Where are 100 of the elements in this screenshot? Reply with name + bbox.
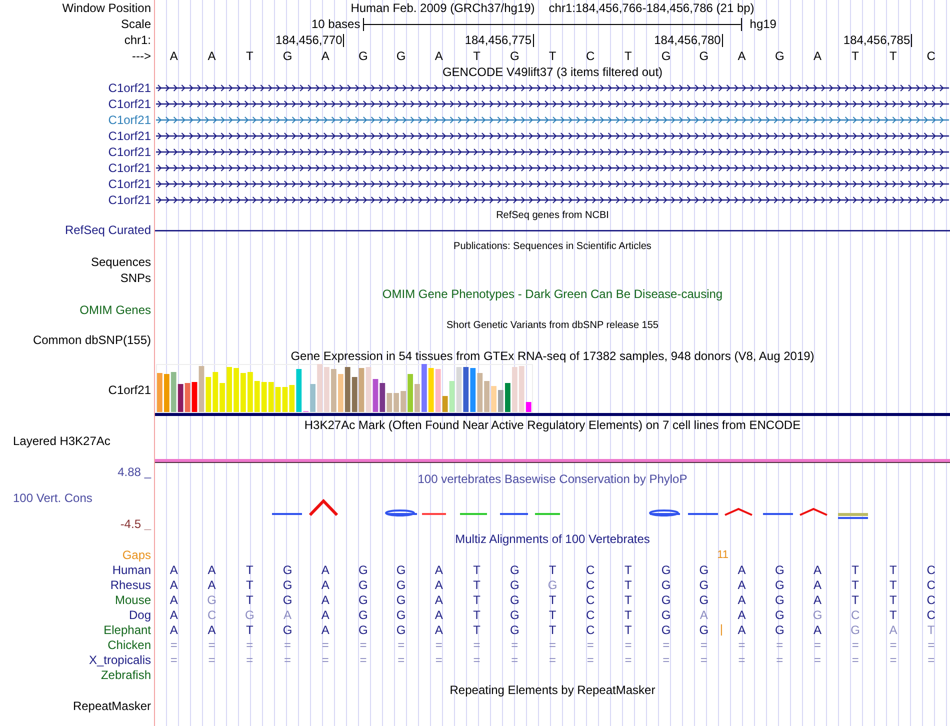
base-letter: A — [170, 622, 178, 636]
base-letter: G — [358, 562, 368, 576]
base-letter: T — [473, 608, 480, 622]
base-letter: G — [282, 592, 292, 606]
base-letter: G — [510, 622, 520, 636]
base-letter: T — [246, 49, 254, 63]
base-letter: G — [774, 578, 784, 592]
insertion-mark: | — [720, 622, 723, 636]
base-letter: G — [774, 608, 784, 622]
base-letter: C — [207, 608, 216, 622]
gene-feature-line[interactable] — [156, 148, 949, 156]
species-label: Human — [112, 562, 151, 576]
axis-max-value: 4.88 _ — [118, 465, 151, 479]
base-letter: G — [510, 562, 520, 576]
gene-feature-line[interactable] — [156, 100, 949, 108]
base-letter: T — [852, 578, 860, 592]
base-letter: T — [624, 49, 632, 63]
gene-feature-line[interactable] — [156, 132, 949, 140]
gap-symbol: = — [322, 652, 329, 666]
expression-bar[interactable] — [178, 384, 184, 412]
base-letter: T — [890, 578, 897, 592]
base-letter: G — [358, 578, 368, 592]
gene-label[interactable]: C1orf21 — [108, 145, 151, 159]
base-letter: T — [852, 49, 860, 63]
base-letter: G — [396, 578, 406, 592]
expression-bar[interactable] — [470, 368, 476, 412]
gap-symbol: = — [928, 652, 935, 666]
gene-feature-line[interactable] — [156, 164, 949, 172]
base-letter: G — [358, 592, 368, 606]
base-letter: A — [321, 562, 330, 576]
base-letter: G — [358, 622, 368, 636]
base-letter: G — [774, 49, 784, 63]
gene-label[interactable]: C1orf21 — [108, 193, 151, 207]
base-letter: A — [321, 592, 330, 606]
gene-feature-line[interactable] — [156, 84, 949, 92]
base-letter: G — [396, 562, 406, 576]
gene-feature-line[interactable] — [156, 196, 949, 204]
base-letter: A — [321, 608, 330, 622]
gene-label[interactable]: C1orf21 — [108, 97, 151, 111]
gap-symbol: = — [738, 652, 746, 666]
row-label: Window Position — [62, 1, 151, 15]
gene-label[interactable]: C1orf21 — [108, 177, 151, 191]
base-letter: G — [282, 562, 292, 576]
base-letter: G — [699, 49, 709, 63]
expression-bar[interactable] — [372, 379, 378, 412]
gene-label[interactable]: C1orf21 — [108, 161, 151, 175]
base-letter: C — [586, 592, 595, 606]
coordinate-tick: 184,456,775 — [464, 34, 534, 46]
base-letter: A — [434, 49, 443, 63]
gene-feature-line[interactable] — [155, 230, 950, 231]
species-label: Elephant — [104, 622, 151, 636]
base-letter: G — [699, 562, 709, 576]
gene-label[interactable]: C1orf21 — [108, 113, 151, 127]
base-letter: G — [244, 608, 254, 622]
coordinate-tick: 184,456,780 — [654, 34, 723, 46]
expression-bar[interactable] — [352, 377, 358, 412]
expression-bar[interactable] — [463, 367, 469, 412]
gap-symbol: = — [700, 638, 708, 652]
base-letter: T — [890, 562, 897, 576]
base-letter: T — [473, 562, 480, 576]
gap-symbol: = — [890, 638, 897, 652]
base-letter: G — [510, 49, 520, 63]
expression-bar[interactable] — [344, 367, 350, 412]
gap-symbol: = — [435, 638, 442, 652]
base-letter: C — [586, 622, 595, 636]
gap-symbol: = — [246, 638, 254, 652]
base-letter: G — [661, 562, 671, 576]
coordinate-tick: 184,456,770 — [276, 34, 344, 46]
base-letter: A — [738, 49, 746, 63]
species-label: X_tropicalis — [88, 652, 151, 666]
base-letter: G — [282, 622, 292, 636]
gap-symbol: = — [511, 652, 518, 666]
gene-label[interactable]: C1orf21 — [108, 129, 151, 143]
row-label: chr1: — [124, 33, 151, 47]
base-letter: T — [624, 578, 632, 592]
base-letter: G — [812, 608, 822, 622]
track-title: Multiz Alignments of 100 Vertebrates — [455, 532, 650, 546]
gene-feature-line[interactable] — [156, 180, 949, 188]
strand-label: ---> — [132, 49, 151, 63]
gap-count: 11 — [717, 549, 729, 561]
base-letter: A — [738, 592, 746, 606]
gene-label[interactable]: C1orf21 — [108, 81, 151, 95]
gap-symbol: = — [208, 638, 216, 652]
base-letter: A — [283, 608, 292, 622]
gap-symbol: = — [473, 652, 480, 666]
expression-bar[interactable] — [380, 383, 386, 412]
gap-symbol: = — [322, 638, 329, 652]
base-letter: T — [624, 592, 632, 606]
base-letter: A — [434, 578, 443, 592]
gap-symbol: = — [208, 652, 216, 666]
base-letter: G — [396, 592, 406, 606]
track-label: Gaps — [122, 548, 151, 562]
gap-symbol: = — [511, 638, 518, 652]
track-label: Sequences SNPs — [90, 254, 151, 286]
base-letter: G — [661, 622, 671, 636]
base-letter: T — [548, 49, 556, 63]
base-letter: G — [699, 622, 709, 636]
base-letter: A — [208, 578, 216, 592]
gap-symbol: = — [246, 652, 254, 666]
base-letter: T — [473, 622, 480, 636]
